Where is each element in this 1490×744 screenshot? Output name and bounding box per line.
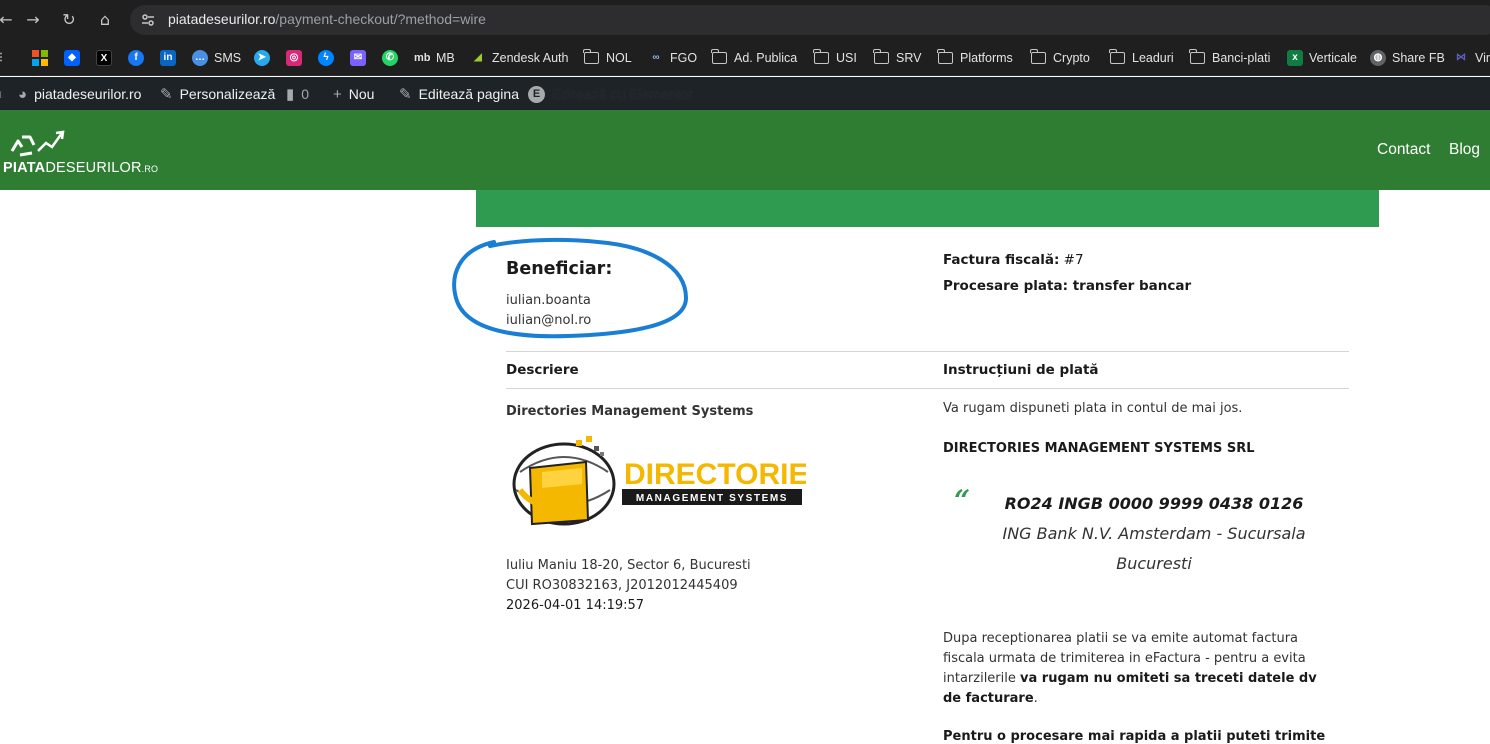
beneficiary-user: iulian.boanta bbox=[506, 293, 591, 308]
invoice-number-line: Factura fiscală: #7 bbox=[943, 252, 1084, 268]
beneficiary-email: iulian@nol.ro bbox=[506, 313, 592, 328]
beneficiary-heading: Beneficiar: bbox=[506, 259, 613, 279]
payment-processing: Procesare plata: transfer bancar bbox=[943, 278, 1192, 294]
company-address: Iuliu Maniu 18-20, Sector 6, Bucuresti bbox=[506, 558, 751, 573]
invoice-number-label: Factura fiscală: bbox=[943, 252, 1060, 268]
account-holder: DIRECTORIES MANAGEMENT SYSTEMS SRL bbox=[943, 441, 1255, 456]
logo-title: DIRECTORIES bbox=[624, 458, 806, 491]
divider bbox=[506, 351, 1349, 352]
invoice-number: #7 bbox=[1063, 252, 1084, 268]
cut-off-text: Pentru o procesare mai rapida a platii p… bbox=[943, 729, 1326, 744]
invoice-content: Beneficiar: iulian.boanta iulian@nol.ro … bbox=[0, 0, 1490, 744]
logo-subtitle: MANAGEMENT SYSTEMS bbox=[636, 493, 788, 504]
notice-end: . bbox=[1033, 691, 1038, 706]
invoice-notice: Dupa receptionarea platii se va emite au… bbox=[943, 629, 1333, 709]
bank-name-line2: Bucuresti bbox=[1116, 554, 1192, 573]
company-cui: CUI RO30832163, J2012012445409 bbox=[506, 578, 738, 593]
col-description-header: Descriere bbox=[506, 362, 579, 378]
company-logo: DIRECTORIES MANAGEMENT SYSTEMS bbox=[506, 432, 806, 534]
bank-name-line1: ING Bank N.V. Amsterdam - Sucursala bbox=[1002, 524, 1306, 543]
invoice-datetime: 2026-04-01 14:19:57 bbox=[506, 598, 645, 613]
company-name: Directories Management Systems bbox=[506, 404, 754, 419]
divider bbox=[506, 388, 1349, 389]
iban: RO24 INGB 0000 9999 0438 0126 bbox=[1004, 494, 1304, 513]
col-instructions-header: Instrucțiuni de plată bbox=[943, 362, 1099, 378]
instructions-intro: Va rugam dispuneti plata in contul de ma… bbox=[943, 401, 1243, 416]
